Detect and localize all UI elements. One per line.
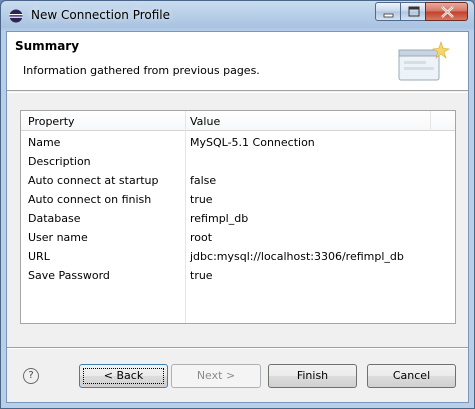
property-cell: Auto connect at startup bbox=[28, 174, 159, 187]
column-divider bbox=[430, 111, 431, 131]
property-cell: Database bbox=[28, 212, 81, 225]
column-header-value[interactable]: Value bbox=[190, 115, 220, 128]
maximize-icon bbox=[408, 6, 420, 17]
column-header-property[interactable]: Property bbox=[28, 115, 75, 128]
page-title: Summary bbox=[15, 39, 80, 53]
finish-button-label: Finish bbox=[296, 369, 329, 382]
table-row[interactable]: Auto connect on finish true bbox=[21, 190, 455, 209]
footer-separator-highlight bbox=[7, 348, 468, 349]
window-title: New Connection Profile bbox=[31, 8, 171, 22]
property-cell: Description bbox=[28, 155, 91, 168]
next-button[interactable]: Next > bbox=[171, 364, 261, 388]
property-cell: Name bbox=[28, 136, 61, 149]
header-separator bbox=[7, 92, 468, 93]
title-bar[interactable]: New Connection Profile bbox=[1, 1, 474, 31]
dialog-client-area: Summary Information gathered from previo… bbox=[6, 31, 469, 403]
table-row[interactable]: Save Password true bbox=[21, 266, 455, 285]
cancel-button[interactable]: Cancel bbox=[367, 364, 456, 388]
table-row[interactable]: User name root bbox=[21, 228, 455, 247]
value-cell: jdbc:mysql://localhost:3306/refimpl_db bbox=[190, 250, 404, 263]
value-cell: true bbox=[190, 193, 213, 206]
close-button[interactable] bbox=[425, 2, 468, 21]
table-row[interactable]: Database refimpl_db bbox=[21, 209, 455, 228]
cancel-button-label: Cancel bbox=[392, 369, 431, 382]
wizard-banner-icon bbox=[398, 41, 450, 81]
property-cell: URL bbox=[28, 250, 50, 263]
dialog-window: New Connection Profile Summary Informati… bbox=[0, 0, 475, 409]
value-cell: root bbox=[190, 231, 213, 244]
value-cell: true bbox=[190, 269, 213, 282]
maximize-button[interactable] bbox=[400, 2, 426, 21]
property-cell: User name bbox=[28, 231, 88, 244]
help-button[interactable]: ? bbox=[23, 368, 39, 384]
property-cell: Auto connect on finish bbox=[28, 193, 152, 206]
summary-table[interactable]: Property Value Name MySQL-5.1 Connection… bbox=[20, 110, 456, 324]
back-button[interactable]: < Back bbox=[79, 364, 168, 388]
minimize-button[interactable] bbox=[375, 2, 401, 21]
table-row[interactable]: Description bbox=[21, 152, 455, 171]
value-cell: MySQL-5.1 Connection bbox=[190, 136, 315, 149]
close-icon bbox=[441, 6, 454, 18]
focus-ring bbox=[83, 368, 164, 384]
table-row[interactable]: Auto connect at startup false bbox=[21, 171, 455, 190]
table-row[interactable]: Name MySQL-5.1 Connection bbox=[21, 133, 455, 152]
value-cell: false bbox=[190, 174, 217, 187]
value-cell: refimpl_db bbox=[190, 212, 249, 225]
next-button-label: Next > bbox=[196, 369, 236, 382]
finish-button[interactable]: Finish bbox=[268, 364, 357, 388]
help-icon: ? bbox=[28, 370, 34, 381]
table-row[interactable]: URL jdbc:mysql://localhost:3306/refimpl_… bbox=[21, 247, 455, 266]
eclipse-icon bbox=[9, 9, 23, 23]
table-header: Property Value bbox=[21, 111, 455, 131]
minimize-icon bbox=[383, 13, 394, 18]
property-cell: Save Password bbox=[28, 269, 110, 282]
wizard-header: Summary Information gathered from previo… bbox=[7, 32, 468, 91]
page-description: Information gathered from previous pages… bbox=[23, 64, 260, 77]
